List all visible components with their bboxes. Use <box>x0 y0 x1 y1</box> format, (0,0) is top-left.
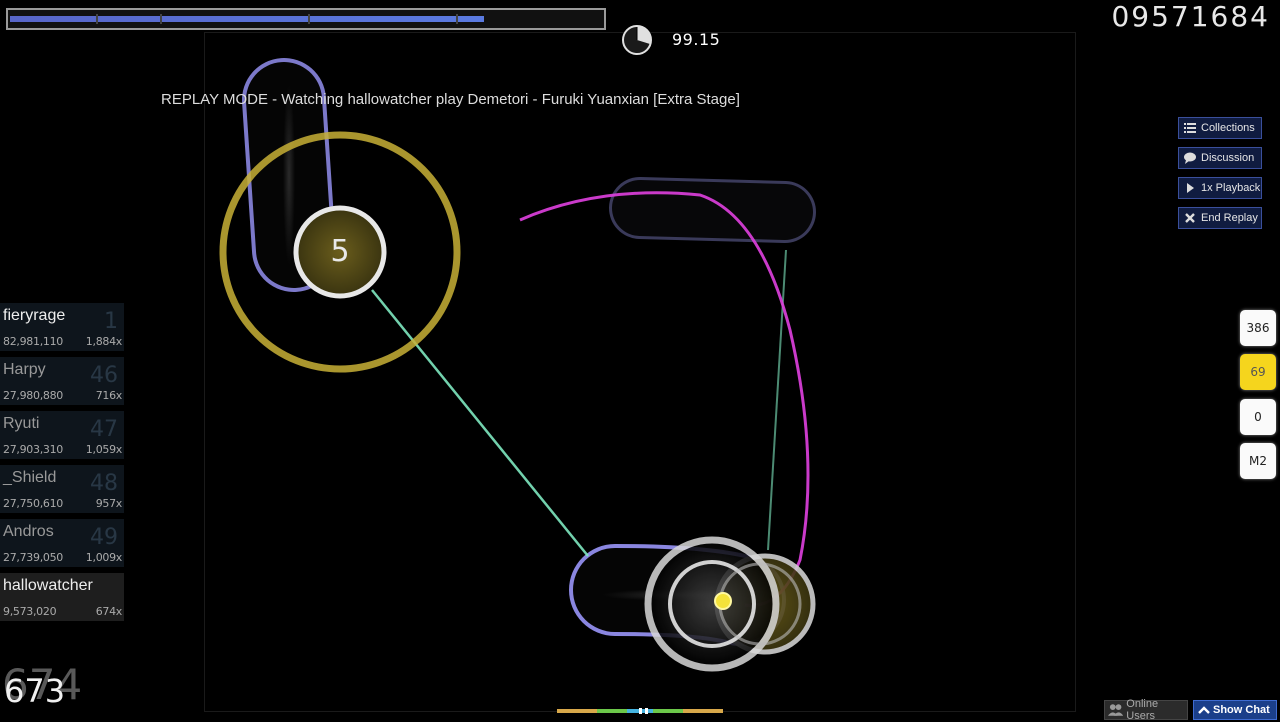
leaderboard-entry: 48 _Shield 27,750,610 957x <box>0 465 124 513</box>
discussion-button[interactable]: Discussion <box>1178 147 1262 169</box>
leaderboard-combo: 674x <box>95 605 123 618</box>
cursor <box>714 592 732 610</box>
health-tick <box>160 14 162 24</box>
end-replay-label: End Replay <box>1201 212 1258 224</box>
close-icon <box>1185 213 1195 223</box>
leaderboard-combo: 1,059x <box>85 443 123 456</box>
leaderboard-score: 27,750,610 <box>3 497 63 510</box>
replay-mode-text: REPLAY MODE - Watching hallowatcher play… <box>161 91 740 108</box>
end-replay-button[interactable]: End Replay <box>1178 207 1262 229</box>
leaderboard-entry: 49 Andros 27,739,050 1,009x <box>0 519 124 567</box>
leaderboard-entry: 47 Ryuti 27,903,310 1,059x <box>0 411 124 459</box>
leaderboard-player-name: hallowatcher <box>3 577 93 594</box>
online-users-label: Online Users <box>1126 698 1159 722</box>
leaderboard-score: 27,980,880 <box>3 389 63 402</box>
key-overlay-k1: 386 <box>1240 310 1276 346</box>
leaderboard-combo: 716x <box>95 389 123 402</box>
show-chat-button[interactable]: Show Chat <box>1193 700 1277 720</box>
playback-speed-label: 1x Playback <box>1201 182 1261 194</box>
leaderboard-rank: 46 <box>90 363 118 388</box>
leaderboard-entry: 1 fieryrage 82,981,110 1,884x <box>0 303 124 351</box>
leaderboard-combo: 957x <box>95 497 123 510</box>
key-overlay-m1: 0 <box>1240 399 1276 435</box>
leaderboard-score: 82,981,110 <box>3 335 63 348</box>
show-chat-label: Show Chat <box>1213 704 1270 716</box>
leaderboard-player-name: _Shield <box>3 469 57 486</box>
discussion-label: Discussion <box>1201 152 1255 164</box>
playback-speed-button[interactable]: 1x Playback <box>1178 177 1262 199</box>
collections-button[interactable]: Collections <box>1178 117 1262 139</box>
faded-slider <box>609 177 816 243</box>
play-icon <box>1187 183 1194 193</box>
leaderboard-score: 9,573,020 <box>3 605 57 618</box>
combo-counter: 673 <box>4 672 66 710</box>
hit-error-bar <box>557 708 723 714</box>
score-display: 09571684 <box>1111 0 1270 33</box>
upper-slider <box>242 58 336 292</box>
song-progress-pie-icon <box>622 25 652 55</box>
leaderboard-rank: 1 <box>104 309 118 334</box>
key-overlay-m2: M2 <box>1240 443 1276 479</box>
leaderboard-entry: 46 Harpy 27,980,880 716x <box>0 357 124 405</box>
leaderboard-score: 27,903,310 <box>3 443 63 456</box>
cursor-trail <box>519 191 810 607</box>
collections-label: Collections <box>1201 122 1255 134</box>
leaderboard-combo: 1,884x <box>85 335 123 348</box>
leaderboard-combo: 1,009x <box>85 551 123 564</box>
list-icon <box>1184 123 1196 133</box>
follow-line-2 <box>767 249 787 551</box>
health-tick <box>96 14 98 24</box>
health-bar <box>6 8 606 30</box>
online-users-button[interactable]: Online Users <box>1104 698 1188 722</box>
leaderboard-rank: 47 <box>90 417 118 442</box>
leaderboard-rank: 48 <box>90 471 118 496</box>
chat-bubble-icon <box>1184 152 1196 164</box>
hit-circle-number: 5 <box>330 234 350 269</box>
accuracy-display: 99.15 <box>672 30 721 49</box>
health-bar-fill <box>10 16 484 22</box>
leaderboard-player-name: Ryuti <box>3 415 40 432</box>
health-tick <box>456 14 458 24</box>
users-icon <box>1108 704 1124 716</box>
leaderboard-player-name: Andros <box>3 523 54 540</box>
gameplay-layer <box>219 58 816 672</box>
leaderboard-score: 27,739,050 <box>3 551 63 564</box>
leaderboard-rank: 49 <box>90 525 118 550</box>
health-tick <box>308 14 310 24</box>
key-overlay-k2: 69 <box>1240 354 1276 390</box>
leaderboard-player-name: fieryrage <box>3 307 66 324</box>
chevron-up-icon <box>1198 706 1210 714</box>
leaderboard-player-name: Harpy <box>3 361 46 378</box>
follow-line <box>371 289 589 557</box>
leaderboard-entry-current: hallowatcher 9,573,020 674x <box>0 573 124 621</box>
